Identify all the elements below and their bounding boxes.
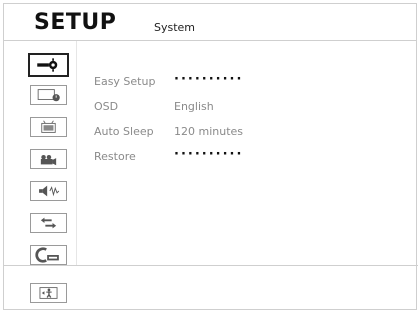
menu-row-auto-sleep-value[interactable]: 120 minutes (174, 125, 243, 138)
menu-row-osd-value[interactable]: English (174, 100, 214, 113)
menu-row-restore-label[interactable]: Restore (94, 150, 136, 163)
menu-row-auto-sleep-label[interactable]: Auto Sleep (94, 125, 154, 138)
sidebar-item-audio[interactable] (30, 181, 67, 201)
video-icon (31, 150, 66, 168)
system-icon (30, 55, 67, 75)
page-title: SETUP (34, 10, 117, 35)
menu-row-restore-value[interactable]: ·········· (174, 148, 243, 161)
menu-row-easy-setup-value[interactable]: ·········· (174, 73, 243, 86)
menu-row-easy-setup-label[interactable]: Easy Setup (94, 75, 155, 88)
setup-screen: SETUP System Easy Setup ·········· OSD E… (3, 3, 418, 310)
page-subtitle: System (154, 21, 196, 34)
audio-icon (31, 182, 66, 200)
bottom-divider (4, 265, 418, 266)
sidebar-item-dvd[interactable] (30, 245, 67, 265)
sidebar-item-timer[interactable] (30, 85, 67, 105)
timer-icon (31, 86, 66, 104)
sidebar-item-exit[interactable] (30, 283, 67, 303)
connection-icon (31, 214, 66, 232)
dvd-icon (31, 246, 66, 264)
sidebar-item-video[interactable] (30, 149, 67, 169)
exit-icon (31, 284, 66, 302)
sidebar-item-system[interactable] (28, 53, 69, 77)
menu-row-osd-label[interactable]: OSD (94, 100, 118, 113)
tv-icon (31, 118, 66, 136)
header-bar: SETUP System (4, 4, 416, 41)
sidebar-separator (76, 41, 77, 265)
sidebar-item-tv[interactable] (30, 117, 67, 137)
sidebar-item-connection[interactable] (30, 213, 67, 233)
